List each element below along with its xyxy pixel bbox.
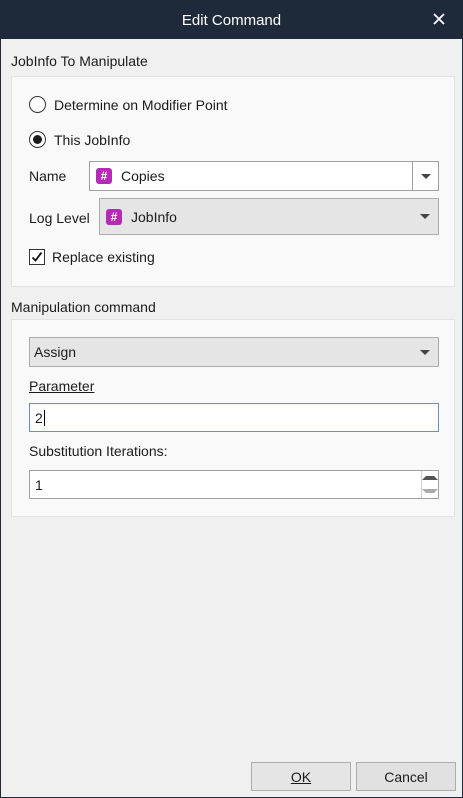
cancel-button-label: Cancel <box>384 768 428 785</box>
radio-determine-modifier[interactable]: Determine on Modifier Point <box>29 96 228 113</box>
command-value: Assign <box>34 344 77 360</box>
jobinfo-hash-icon: # <box>96 168 112 184</box>
radio-this-jobinfo-label: This JobInfo <box>54 131 131 148</box>
chevron-down-icon <box>422 489 438 494</box>
title-bar: Edit Command <box>1 1 462 39</box>
replace-existing-checkbox[interactable]: Replace existing <box>29 249 155 265</box>
loglevel-dropdown-button[interactable] <box>412 199 438 234</box>
parameter-label: Parameter <box>29 378 94 394</box>
chevron-down-icon <box>420 349 430 355</box>
checkbox-box[interactable] <box>29 249 45 265</box>
loglevel-label: Log Level <box>29 210 90 226</box>
name-value: Copies <box>121 168 165 184</box>
radio-button-checked[interactable] <box>29 131 46 148</box>
name-label: Name <box>29 168 67 184</box>
substitution-iterations-stepper[interactable]: 1 <box>29 470 439 499</box>
cancel-button[interactable]: Cancel <box>356 762 456 791</box>
jobinfo-section-heading: JobInfo To Manipulate <box>11 53 148 69</box>
close-icon <box>433 13 445 25</box>
chevron-down-icon <box>420 173 431 179</box>
spin-buttons <box>421 471 438 498</box>
substitution-label: Substitution Iterations: <box>29 443 168 459</box>
command-dropdown-button[interactable] <box>412 338 438 366</box>
chevron-down-icon <box>420 214 430 219</box>
parameter-label-text: Parameter <box>29 378 95 394</box>
loglevel-combobox[interactable]: # JobInfo <box>99 198 439 235</box>
text-caret <box>43 409 45 426</box>
command-panel: Assign Parameter 2 Substitution Iteratio… <box>11 319 455 517</box>
radio-determine-modifier-label: Determine on Modifier Point <box>54 96 228 113</box>
parameter-input-value: 2 <box>35 409 43 426</box>
parameter-input[interactable]: 2 <box>29 403 439 432</box>
close-button[interactable] <box>424 5 454 33</box>
spin-up-button[interactable] <box>422 471 438 485</box>
name-dropdown-button[interactable] <box>412 162 438 190</box>
spin-down-button[interactable] <box>422 485 438 499</box>
radio-button-unchecked[interactable] <box>29 96 46 113</box>
substitution-iterations-value: 1 <box>35 476 43 493</box>
jobinfo-panel: Determine on Modifier Point This JobInfo… <box>11 76 455 287</box>
name-combobox[interactable]: # Copies <box>89 161 439 191</box>
replace-existing-label: Replace existing <box>52 249 155 265</box>
dialog-title: Edit Command <box>181 12 282 29</box>
ok-button-label: OK <box>290 768 312 785</box>
chevron-up-icon <box>422 475 438 480</box>
command-section-heading: Manipulation command <box>11 299 156 315</box>
jobinfo-hash-icon: # <box>106 208 122 225</box>
command-combobox[interactable]: Assign <box>29 337 439 367</box>
checkmark-icon <box>31 251 43 262</box>
edit-command-dialog: Edit Command JobInfo To Manipulate Deter… <box>0 0 463 798</box>
radio-this-jobinfo[interactable]: This JobInfo <box>29 131 130 148</box>
ok-button[interactable]: OK <box>251 762 351 791</box>
loglevel-value: JobInfo <box>131 208 177 225</box>
